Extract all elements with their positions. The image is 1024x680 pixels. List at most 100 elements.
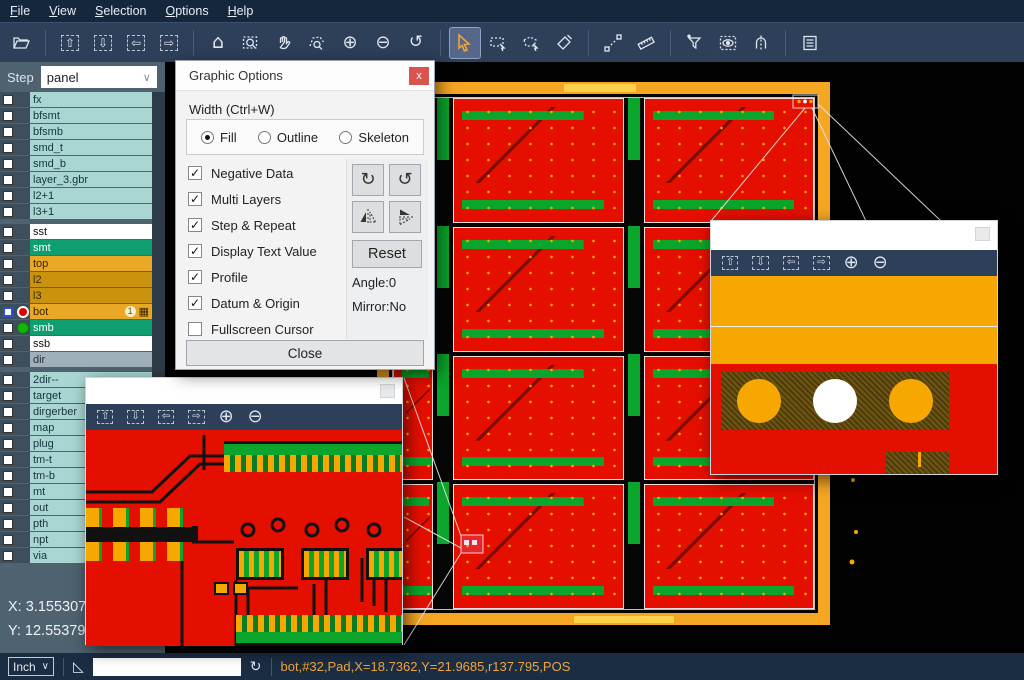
layer-item-bfsmt[interactable]: bfsmt	[30, 108, 152, 123]
layer-item-smd-b[interactable]: smd_b	[30, 156, 152, 171]
layer-checkbox-dirgerber[interactable]	[3, 407, 13, 417]
layer-item-layer-3-gbr[interactable]: layer_3.gbr	[30, 172, 152, 187]
step-select[interactable]: panel ∨	[41, 66, 157, 88]
menu-view[interactable]: View	[49, 4, 76, 18]
layer-item-l3-1[interactable]: l3+1	[30, 204, 152, 219]
layer-checkbox-pth[interactable]	[3, 519, 13, 529]
layer-checkbox-top[interactable]	[3, 259, 13, 269]
layer-checkbox-plug[interactable]	[3, 439, 13, 449]
zoom-window-titlebar[interactable]	[86, 378, 402, 404]
layer-checkbox-npt[interactable]	[3, 535, 13, 545]
tool-pan-hand[interactable]	[269, 28, 299, 58]
tool-zoom-in[interactable]: ⊕	[335, 28, 365, 58]
tool-zoom-out[interactable]: ⊖	[368, 28, 398, 58]
mirror-vertical-button[interactable]	[389, 201, 421, 233]
radio-fill[interactable]: Fill	[201, 130, 237, 145]
tool-pan-right[interactable]: ⇨	[154, 28, 184, 58]
menu-options[interactable]: Options	[165, 4, 208, 18]
tool-report[interactable]	[795, 28, 825, 58]
layer-item-top[interactable]: top	[30, 256, 152, 271]
tool-pan-down[interactable]: ⇩	[752, 256, 768, 270]
layer-checkbox-smd-b[interactable]	[3, 159, 13, 169]
window-button-icon[interactable]	[975, 227, 990, 241]
layer-checkbox-mt[interactable]	[3, 487, 13, 497]
tool-select-polygon[interactable]	[516, 28, 546, 58]
zoom-window-bottom-left[interactable]: ⇧⇩⇦⇨⊕⊖	[85, 377, 403, 645]
tool-zoom-previous[interactable]: ↺	[401, 28, 431, 58]
refresh-icon[interactable]: ↻	[250, 660, 262, 674]
layer-checkbox-2dir-[interactable]	[3, 375, 13, 385]
window-button-icon[interactable]	[380, 384, 395, 398]
tool-pan-right[interactable]: ⇨	[188, 410, 204, 424]
tool-open-folder[interactable]	[6, 28, 36, 58]
tool-snap[interactable]	[746, 28, 776, 58]
checkbox-display-text-value[interactable]: ✓Display Text Value	[188, 238, 346, 264]
menu-selection[interactable]: Selection	[95, 4, 146, 18]
rotate-cw-button[interactable]: ↻	[352, 164, 384, 196]
tool-pan-up[interactable]: ⇧	[722, 256, 738, 270]
angle-measure-icon[interactable]: ◺	[73, 660, 84, 674]
close-icon[interactable]: x	[409, 67, 429, 85]
tool-highlight-brush[interactable]	[549, 28, 579, 58]
menu-file[interactable]: File	[10, 4, 30, 18]
checkbox-profile[interactable]: ✓Profile	[188, 264, 346, 290]
menu-help[interactable]: Help	[228, 4, 254, 18]
tool-view-options[interactable]	[713, 28, 743, 58]
layer-checkbox-l3-1[interactable]	[3, 207, 13, 217]
layer-checkbox-via[interactable]	[3, 551, 13, 561]
checkbox-fullscreen-cursor[interactable]: Fullscreen Cursor	[188, 316, 346, 342]
layer-checkbox-tm-b[interactable]	[3, 471, 13, 481]
tool-pan-up[interactable]: ⇧	[55, 28, 85, 58]
command-input[interactable]	[93, 658, 241, 676]
layer-item-fx[interactable]: fx	[30, 92, 152, 107]
tool-zoom-polygon[interactable]	[302, 28, 332, 58]
layer-item-sst[interactable]: sst	[30, 224, 152, 239]
layer-item-l2[interactable]: l2	[30, 272, 152, 287]
layer-checkbox-dir[interactable]	[3, 355, 13, 365]
layer-item-smb[interactable]: smb	[30, 320, 152, 335]
layer-item-l2-1[interactable]: l2+1	[30, 188, 152, 203]
tool-home[interactable]: ⌂	[203, 28, 233, 58]
reset-button[interactable]: Reset	[352, 240, 422, 268]
layer-item-bfsmb[interactable]: bfsmb	[30, 124, 152, 139]
layer-checkbox-tm-t[interactable]	[3, 455, 13, 465]
layer-checkbox-target[interactable]	[3, 391, 13, 401]
checkbox-datum-origin[interactable]: ✓Datum & Origin	[188, 290, 346, 316]
layer-item-l3[interactable]: l3	[30, 288, 152, 303]
layer-checkbox-smb[interactable]	[3, 323, 13, 333]
radio-outline[interactable]: Outline	[258, 130, 318, 145]
layer-checkbox-layer-3-gbr[interactable]	[3, 175, 13, 185]
checkbox-negative-data[interactable]: ✓Negative Data	[188, 160, 346, 186]
layer-checkbox-smd-t[interactable]	[3, 143, 13, 153]
tool-select-rect[interactable]	[483, 28, 513, 58]
layer-checkbox-bfsmb[interactable]	[3, 127, 13, 137]
zoom-window-titlebar[interactable]	[711, 221, 997, 250]
tool-filter[interactable]	[680, 28, 710, 58]
tool-ruler[interactable]	[631, 28, 661, 58]
layer-checkbox-fx[interactable]	[3, 95, 13, 105]
layer-item-smd-t[interactable]: smd_t	[30, 140, 152, 155]
tool-zoom-in[interactable]: ⊕	[844, 254, 859, 272]
tool-zoom-in[interactable]: ⊕	[219, 408, 234, 426]
layer-checkbox-bot[interactable]	[3, 307, 13, 317]
zoom-window-viewport[interactable]	[711, 276, 997, 474]
tool-pan-left[interactable]: ⇦	[121, 28, 151, 58]
tool-measure-distance[interactable]	[598, 28, 628, 58]
tool-zoom-area[interactable]	[236, 28, 266, 58]
tool-pan-down[interactable]: ⇩	[88, 28, 118, 58]
tool-pan-left[interactable]: ⇦	[783, 256, 799, 270]
layer-item-dir[interactable]: dir	[30, 352, 152, 367]
close-button[interactable]: Close	[186, 340, 424, 366]
checkbox-multi-layers[interactable]: ✓Multi Layers	[188, 186, 346, 212]
zoom-window-top-right[interactable]: ⇧⇩⇦⇨⊕⊖	[710, 220, 998, 475]
zoom-window-viewport[interactable]	[86, 430, 402, 646]
rotate-ccw-button[interactable]: ↺	[389, 164, 421, 196]
layer-checkbox-l3[interactable]	[3, 291, 13, 301]
layer-item-smt[interactable]: smt	[30, 240, 152, 255]
layer-checkbox-out[interactable]	[3, 503, 13, 513]
layer-checkbox-map[interactable]	[3, 423, 13, 433]
dialog-titlebar[interactable]: Graphic Options	[176, 61, 434, 91]
layer-checkbox-ssb[interactable]	[3, 339, 13, 349]
tool-pan-down[interactable]: ⇩	[127, 410, 143, 424]
layer-checkbox-l2-1[interactable]	[3, 191, 13, 201]
